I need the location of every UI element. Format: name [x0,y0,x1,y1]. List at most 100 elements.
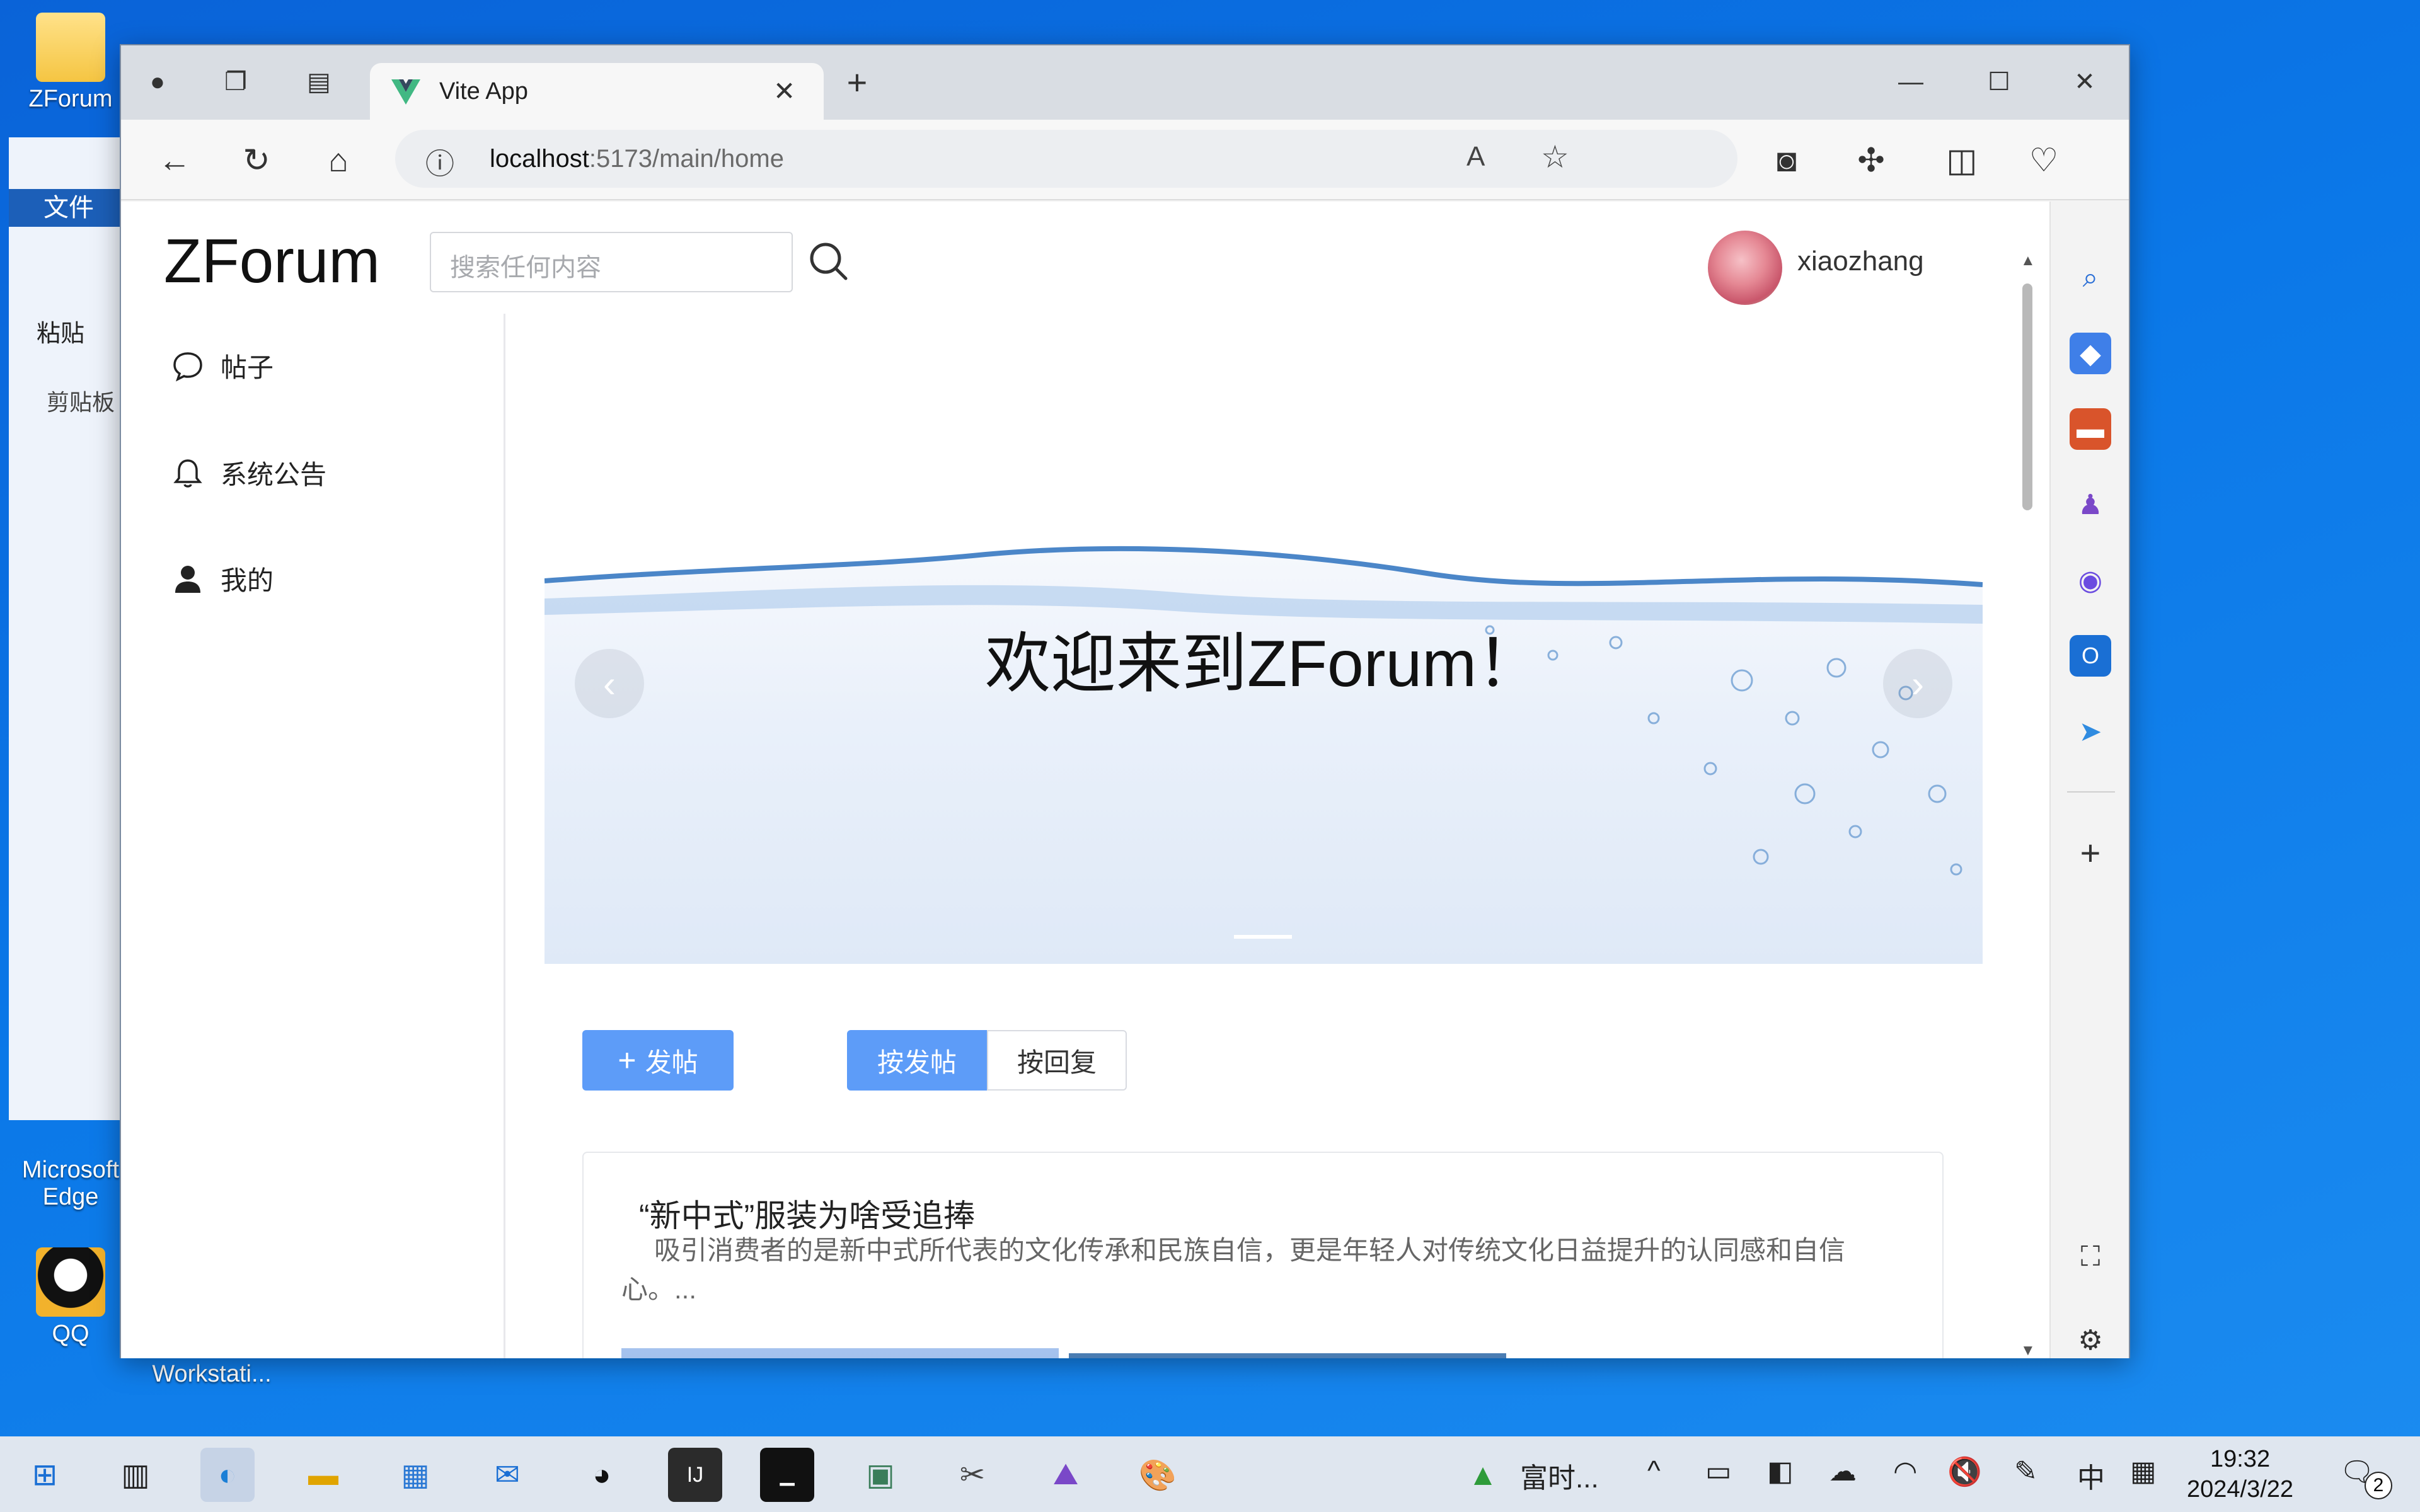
post-image[interactable] [621,1348,1059,1358]
read-aloud-icon[interactable]: A [1466,141,1485,173]
edge-taskbar-icon[interactable]: ◐ [200,1448,255,1502]
paint-icon[interactable]: 🎨 [1131,1448,1185,1502]
qq-taskbar-icon[interactable]: ◕ [575,1448,629,1502]
shopping-tag-icon[interactable]: ◆ [2070,333,2111,374]
search-input[interactable]: 搜索任何内容 [430,232,793,292]
edge-sidebar: ⌕ ◆ ▬ ♟ ◉ O ➤ + ⛶ ⚙ [2049,202,2129,1358]
security-icon[interactable]: ◧ [1767,1455,1794,1487]
scroll-up-arrow[interactable]: ▲ [2020,252,2036,270]
intellij-icon[interactable]: IJ [668,1448,722,1502]
extensions-icon[interactable]: ✣ [1843,132,1899,189]
back-icon[interactable]: ← [146,132,203,189]
maximize-icon[interactable]: ☐ [1980,63,2018,101]
settings-gear-icon[interactable]: ⚙ [2070,1319,2111,1361]
favorite-star-icon[interactable]: ☆ [1541,139,1569,175]
clock-time: 19:32 [2210,1446,2271,1472]
title-bar: ● ❐ ▤ Vite App ✕ + — ☐ ✕ [121,45,2129,120]
site-info-icon[interactable]: ⓘ [425,141,454,183]
home-icon[interactable]: ⌂ [310,132,367,189]
profile-icon[interactable]: ● [139,63,176,101]
user-icon [175,565,200,593]
scroll-down-arrow[interactable]: ▼ [2020,1342,2036,1358]
close-tab-icon[interactable]: ✕ [773,76,795,106]
image-viewer-icon[interactable]: ▣ [853,1448,908,1502]
desktop-icon-edge[interactable]: Microsoft Edge [8,1157,134,1211]
onedrive-cloud-icon[interactable]: ☁ [1829,1455,1857,1487]
new-tab-icon[interactable]: + [838,62,876,102]
ime-indicator[interactable]: 中 [2077,1455,2105,1496]
screenshot-icon[interactable]: ⛶ [2070,1236,2111,1278]
username[interactable]: xiaozhang [1797,246,1924,277]
collections-icon[interactable]: ❐ [217,63,255,101]
mail-icon[interactable]: ✉ [480,1448,534,1502]
notification-badge: 2 [2365,1472,2392,1499]
clock[interactable]: 19:32 2024/3/22 [2187,1444,2293,1504]
store-icon[interactable]: ▦ [388,1448,442,1502]
battery-icon[interactable]: ▭ [1705,1455,1732,1487]
windows-start-icon[interactable]: ⊞ [18,1448,72,1502]
wifi-icon[interactable]: ◠ [1893,1455,1917,1487]
nav-item-label: 系统公告 [221,460,327,490]
search-icon[interactable] [807,239,851,284]
carousel-next-arrow[interactable]: › [1883,649,1952,718]
file-explorer-icon[interactable]: ▬ [296,1448,350,1502]
minimize-icon[interactable]: — [1892,63,1930,101]
pen-icon[interactable]: ✎ [2014,1455,2037,1487]
browser-tab[interactable]: Vite App ✕ [370,63,824,120]
nav-item-posts[interactable]: 帖子 [171,346,274,385]
microsoft-365-icon[interactable]: ◉ [2070,559,2111,601]
desktop-icon-zforum[interactable]: ZForum [8,13,134,113]
browser-essentials-icon[interactable]: ♡ [2015,132,2072,189]
left-nav: 帖子 系统公告 我的 [121,314,505,1358]
post-card[interactable]: “新中式”服装为啥受追捧 吸引消费者的是新中式所代表的文化传承和民族自信，更是年… [582,1152,1944,1358]
tools-briefcase-icon[interactable]: ▬ [2070,408,2111,450]
tray-overflow-chevron-icon[interactable]: ^ [1647,1455,1661,1487]
taskbar: ⊞ ▥ ◐ ▬ ▦ ✉ ◕ IJ ▁ ▣ ✂ ⛰ 🎨 ▲ 富时... ^ ▭ ◧… [0,1436,2420,1512]
games-icon[interactable]: ♟ [2070,484,2111,525]
task-view-icon[interactable]: ▥ [108,1448,163,1502]
sort-by-reply-button[interactable]: 按回复 [987,1030,1127,1091]
split-screen-icon[interactable]: ◫ [1933,132,1990,189]
carousel-prev-arrow[interactable]: ‹ [575,649,644,718]
avatar[interactable] [1708,231,1782,305]
page-scrollbar[interactable]: ▲ ▼ [2018,252,2037,1358]
ime-grid-icon[interactable]: ▦ [2130,1455,2157,1487]
send-icon[interactable]: ➤ [2070,711,2111,752]
search-placeholder: 搜索任何内容 [450,254,601,282]
folder-icon [36,13,105,82]
vertical-tabs-icon[interactable]: ▤ [300,63,338,101]
sort-by-post-button[interactable]: 按发帖 [847,1030,987,1091]
photos-icon[interactable]: ⛰ [1039,1448,1093,1502]
stock-app-icon[interactable]: ▲ [1456,1448,1510,1502]
outlook-icon[interactable]: O [2070,635,2111,677]
post-excerpt: 吸引消费者的是新中式所代表的文化传承和民族自信，更是年轻人对传统文化日益提升的认… [621,1235,1846,1304]
post-image[interactable] [1069,1353,1506,1358]
address-bar[interactable]: ⓘ localhost:5173/main/home A ☆ [395,130,1737,188]
brand-logo[interactable]: ZForum [164,226,380,297]
qq-penguin-icon [36,1247,105,1317]
refresh-icon[interactable]: ↻ [228,132,285,189]
snipping-tool-icon[interactable]: ✂ [945,1448,1000,1502]
tracking-icon[interactable]: ◙ [1758,132,1815,189]
desktop-icon-qq[interactable]: QQ [8,1247,134,1348]
paint-paste-label[interactable]: 粘贴 [37,314,84,348]
url-text[interactable]: localhost:5173/main/home [490,145,784,173]
post-title[interactable]: “新中式”服装为啥受追捧 [639,1191,975,1236]
nav-item-mine[interactable]: 我的 [171,559,274,598]
background-paint-window: 文件 粘贴 剪贴板 [9,137,129,1120]
nav-item-announcements[interactable]: 系统公告 [171,454,326,492]
close-window-icon[interactable]: ✕ [2066,63,2104,101]
volume-muted-icon[interactable]: 🔇 [1947,1455,1982,1488]
add-icon[interactable]: + [2070,832,2111,873]
scrollbar-thumb[interactable] [2022,284,2032,510]
water-wave-graphic [544,529,1983,876]
search-icon[interactable]: ⌕ [2070,257,2111,299]
paint-file-tab[interactable]: 文件 [9,189,129,227]
paint-clipboard-label: 剪贴板 [47,389,115,415]
new-post-button[interactable]: + 发帖 [582,1030,734,1091]
carousel-indicator[interactable] [1234,935,1292,939]
banner-carousel[interactable]: 欢迎来到ZForum！ ‹ › [544,529,1983,964]
stock-app-label[interactable]: 富时... [1520,1455,1599,1496]
desktop-icon-workstation[interactable]: Workstati... [149,1361,275,1388]
terminal-icon[interactable]: ▁ [760,1448,814,1502]
